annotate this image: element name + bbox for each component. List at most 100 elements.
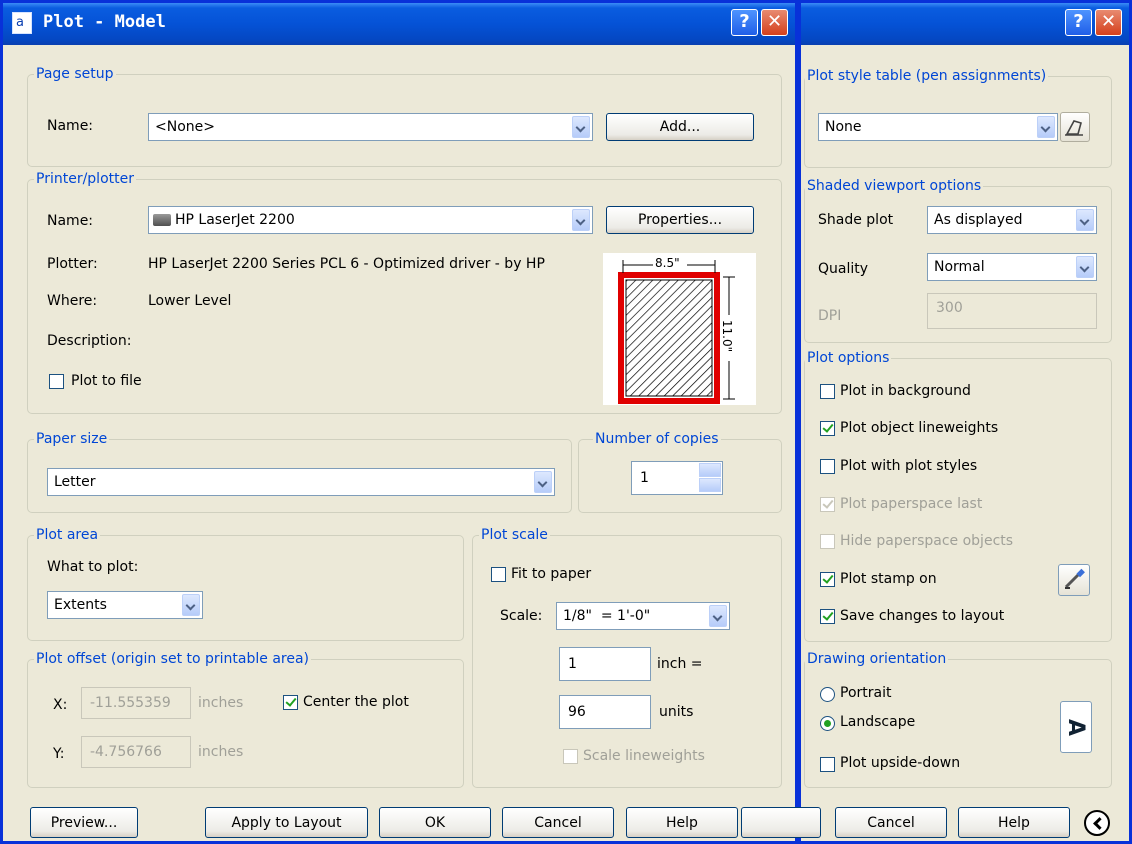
apply-to-layout-button[interactable]: Apply to Layout [205,807,368,838]
properties-button[interactable]: Properties... [606,206,754,234]
paper-width-label: 8.5" [655,256,680,270]
plot-with-plot-styles-checkbox[interactable] [820,459,835,474]
where-label: Where: [47,293,98,309]
add-button[interactable]: Add... [606,113,754,141]
orientation-legend: Drawing orientation [807,651,947,667]
plot-stamp-on-checkbox[interactable] [820,572,835,587]
paper-size-legend: Paper size [36,431,108,447]
help-button[interactable]: Help [626,807,738,838]
paper-size-select[interactable]: Letter [47,468,555,496]
cancel-button[interactable]: Cancel [502,807,614,838]
landscape-label: Landscape [840,714,916,730]
chevron-down-icon[interactable] [572,116,590,138]
plot-in-background-checkbox[interactable] [820,384,835,399]
app-icon: a [12,12,32,34]
scale-lineweights-label: Scale lineweights [583,748,705,764]
plot-to-file-checkbox[interactable] [49,374,64,389]
scale-lineweights-checkbox[interactable] [563,749,578,764]
chevron-down-icon[interactable] [534,471,552,493]
plot-paperspace-last-checkbox[interactable] [820,497,835,512]
center-plot-label: Center the plot [303,694,409,710]
offset-x-input[interactable]: -11.555359 [81,687,191,719]
close-icon[interactable]: ✕ [1095,9,1122,36]
plot-in-background-label: Plot in background [840,383,971,399]
chevron-down-icon[interactable] [1076,209,1094,231]
chevron-down-icon[interactable] [572,209,590,231]
plot-options-legend: Plot options [807,350,890,366]
landscape-radio[interactable] [820,716,835,731]
description-label: Description: [47,333,132,349]
center-plot-checkbox[interactable] [283,695,298,710]
printer-name-value-wrap: HP LaserJet 2200 [153,207,295,233]
what-to-plot-select[interactable]: Extents [47,591,203,619]
chevron-down-icon[interactable] [182,594,200,616]
upside-down-checkbox[interactable] [820,757,835,772]
dpi-input[interactable]: 300 [927,293,1097,329]
hide-paperspace-objects-checkbox[interactable] [820,534,835,549]
shade-plot-value: As displayed [934,212,1023,228]
units-input[interactable]: 96 [559,695,651,729]
plot-offset-legend: Plot offset (origin set to printable are… [36,651,310,667]
fit-to-paper-label: Fit to paper [511,566,592,582]
plot-object-lineweights-label: Plot object lineweights [840,420,999,436]
plot-style-value: None [825,119,862,135]
spin-down-icon[interactable] [699,478,721,492]
scale-select[interactable]: 1/8" = 1'-0" [556,602,730,630]
save-changes-to-layout-checkbox[interactable] [820,609,835,624]
portrait-radio[interactable] [820,687,835,702]
plot-object-lineweights-checkbox[interactable] [820,421,835,436]
close-icon[interactable]: ✕ [761,9,788,36]
extended-left-button[interactable] [741,807,821,838]
plot-stamp-settings-icon[interactable] [1058,564,1090,596]
plot-dialog-extended: ? ✕ Plot style table (pen assignments) N… [741,0,1132,844]
hide-paperspace-objects-label: Hide paperspace objects [840,533,1014,549]
orientation-preview-glyph: A [1063,718,1089,736]
chevron-down-icon[interactable] [1037,116,1055,138]
spin-up-icon[interactable] [699,463,721,477]
plot-paperspace-last-label: Plot paperspace last [840,496,983,512]
paper-preview: 8.5" 11.0" [603,253,756,405]
copies-legend: Number of copies [595,431,719,447]
help-icon[interactable]: ? [1065,9,1092,36]
copies-spinner[interactable] [699,463,721,493]
window-title: Plot - Model [43,12,166,32]
dpi-label: DPI [818,308,842,324]
offset-y-input[interactable]: -4.756766 [81,736,191,768]
paper-size-value: Letter [54,474,96,490]
preview-button[interactable]: Preview... [30,807,138,838]
plot-scale-legend: Plot scale [481,527,548,543]
chevron-down-icon[interactable] [709,605,727,627]
what-to-plot-label: What to plot: [47,559,139,575]
plotter-value: HP LaserJet 2200 Series PCL 6 - Optimize… [148,256,545,272]
help-icon[interactable]: ? [731,9,758,36]
title-bar[interactable]: a Plot - Model ? ✕ [3,3,795,45]
plot-style-select[interactable]: None [818,113,1058,141]
pen-icon-drawing [1065,120,1083,136]
offset-x-label: X: [53,697,68,713]
plot-with-plot-styles-label: Plot with plot styles [840,458,978,474]
page-setup-name-label: Name: [47,118,94,134]
quality-select[interactable]: Normal [927,253,1097,281]
chevron-down-icon[interactable] [1076,256,1094,278]
fewer-options-icon[interactable] [1084,810,1110,836]
ok-button[interactable]: OK [379,807,491,838]
scale-label: Scale: [500,608,543,624]
printer-legend: Printer/plotter [36,171,134,187]
page-setup-legend: Page setup [36,66,114,82]
extended-help-button[interactable]: Help [958,807,1070,838]
quality-label: Quality [818,261,869,277]
plot-area-group: Plot area [27,527,464,641]
plot-style-legend: Plot style table (pen assignments) [807,68,1047,84]
extended-cancel-button[interactable]: Cancel [835,807,947,838]
inch-input[interactable]: 1 [559,647,651,681]
units-label: units [659,704,694,720]
shade-plot-select[interactable]: As displayed [927,206,1097,234]
offset-x-units: inches [198,695,244,711]
shade-plot-label: Shade plot [818,212,894,228]
printer-name-select[interactable]: HP LaserJet 2200 [148,206,593,234]
portrait-label: Portrait [840,685,892,701]
page-setup-name-select[interactable]: <None> [148,113,593,141]
edit-plot-style-icon[interactable] [1060,112,1090,142]
extended-title-bar[interactable]: ? ✕ [801,3,1129,45]
fit-to-paper-checkbox[interactable] [491,567,506,582]
